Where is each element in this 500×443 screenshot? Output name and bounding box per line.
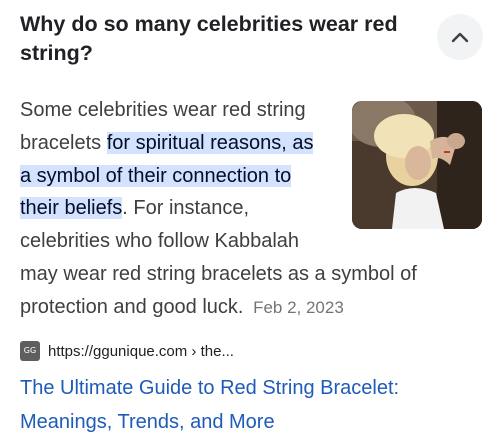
answer-snippet: Some celebrities wear red string bracele… <box>20 94 456 325</box>
result-title-link[interactable]: The Ultimate Guide to Red String Bracele… <box>20 371 490 439</box>
chevron-up-icon <box>451 32 469 43</box>
answer-date: Feb 2, 2023 <box>253 297 344 317</box>
faq-question[interactable]: Why do so many celebrities wear red stri… <box>20 10 420 68</box>
site-favicon-icon: GG <box>20 341 40 361</box>
source-row[interactable]: GG https://ggunique.com › the... <box>20 341 234 361</box>
source-url[interactable]: https://ggunique.com › the... <box>48 343 234 360</box>
collapse-button[interactable] <box>437 14 483 60</box>
